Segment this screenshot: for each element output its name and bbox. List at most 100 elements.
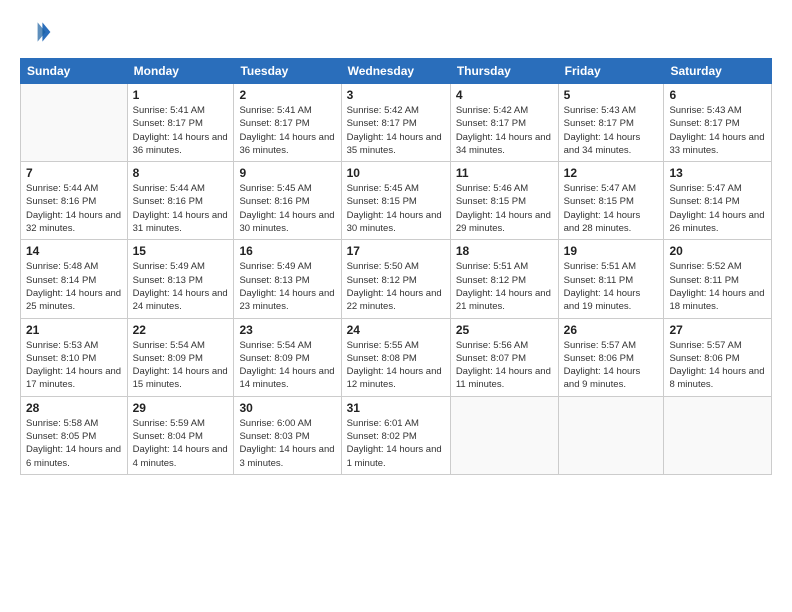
calendar-cell: 31 Sunrise: 6:01 AM Sunset: 8:02 PM Dayli…: [341, 396, 450, 474]
calendar-week-row: 7 Sunrise: 5:44 AM Sunset: 8:16 PM Daylig…: [21, 162, 772, 240]
calendar-week-row: 1 Sunrise: 5:41 AM Sunset: 8:17 PM Daylig…: [21, 84, 772, 162]
calendar-cell: 29 Sunrise: 5:59 AM Sunset: 8:04 PM Dayli…: [127, 396, 234, 474]
calendar-cell: 21 Sunrise: 5:53 AM Sunset: 8:10 PM Dayli…: [21, 318, 128, 396]
calendar-cell: 17Sunrise: 5:50 AM Sunset: 8:12 PM Dayli…: [341, 240, 450, 318]
calendar-header-friday: Friday: [558, 59, 664, 84]
day-number: 29: [133, 401, 229, 415]
day-number: 16: [239, 244, 335, 258]
day-info: Sunrise: 5:53 AM Sunset: 8:10 PM Dayligh…: [26, 339, 122, 392]
calendar-week-row: 21 Sunrise: 5:53 AM Sunset: 8:10 PM Dayli…: [21, 318, 772, 396]
day-info: Sunrise: 5:41 AM Sunset: 8:17 PM Dayligh…: [239, 104, 335, 157]
day-number: 7: [26, 166, 122, 180]
day-info: Sunrise: 5:59 AM Sunset: 8:04 PM Dayligh…: [133, 417, 229, 470]
day-number: 1: [133, 88, 229, 102]
calendar-cell: 22 Sunrise: 5:54 AM Sunset: 8:09 PM Dayli…: [127, 318, 234, 396]
calendar-cell: 12 Sunrise: 5:47 AM Sunset: 8:15 PM Dayli…: [558, 162, 664, 240]
day-info: Sunrise: 5:43 AM Sunset: 8:17 PM Dayligh…: [564, 104, 659, 157]
day-number: 18: [456, 244, 553, 258]
day-info: Sunrise: 5:49 AM Sunset: 8:13 PM Dayligh…: [133, 260, 229, 313]
calendar-cell: 28Sunrise: 5:58 AM Sunset: 8:05 PM Dayli…: [21, 396, 128, 474]
calendar-header-sunday: Sunday: [21, 59, 128, 84]
calendar-header-row: SundayMondayTuesdayWednesdayThursdayFrid…: [21, 59, 772, 84]
calendar-cell: 30 Sunrise: 6:00 AM Sunset: 8:03 PM Dayli…: [234, 396, 341, 474]
day-info: Sunrise: 5:51 AM Sunset: 8:12 PM Dayligh…: [456, 260, 553, 313]
calendar-cell: [21, 84, 128, 162]
calendar-cell: [664, 396, 772, 474]
day-info: Sunrise: 5:44 AM Sunset: 8:16 PM Dayligh…: [133, 182, 229, 235]
calendar-cell: 26 Sunrise: 5:57 AM Sunset: 8:06 PM Dayli…: [558, 318, 664, 396]
calendar-cell: [450, 396, 558, 474]
day-info: Sunrise: 5:52 AM Sunset: 8:11 PM Dayligh…: [669, 260, 766, 313]
calendar-cell: 20 Sunrise: 5:52 AM Sunset: 8:11 PM Dayli…: [664, 240, 772, 318]
calendar-cell: [558, 396, 664, 474]
day-number: 2: [239, 88, 335, 102]
calendar-header-monday: Monday: [127, 59, 234, 84]
day-info: Sunrise: 5:51 AM Sunset: 8:11 PM Dayligh…: [564, 260, 659, 313]
calendar-cell: 18 Sunrise: 5:51 AM Sunset: 8:12 PM Dayli…: [450, 240, 558, 318]
day-number: 25: [456, 323, 553, 337]
day-info: Sunrise: 5:42 AM Sunset: 8:17 PM Dayligh…: [456, 104, 553, 157]
calendar-cell: 19Sunrise: 5:51 AM Sunset: 8:11 PM Dayli…: [558, 240, 664, 318]
day-info: Sunrise: 5:45 AM Sunset: 8:16 PM Dayligh…: [239, 182, 335, 235]
day-number: 28: [26, 401, 122, 415]
day-info: Sunrise: 5:57 AM Sunset: 8:06 PM Dayligh…: [669, 339, 766, 392]
logo: [20, 16, 56, 48]
day-number: 6: [669, 88, 766, 102]
day-number: 13: [669, 166, 766, 180]
calendar-table: SundayMondayTuesdayWednesdayThursdayFrid…: [20, 58, 772, 475]
day-number: 17: [347, 244, 445, 258]
day-number: 10: [347, 166, 445, 180]
calendar-cell: 25 Sunrise: 5:56 AM Sunset: 8:07 PM Dayli…: [450, 318, 558, 396]
page: SundayMondayTuesdayWednesdayThursdayFrid…: [0, 0, 792, 612]
day-number: 4: [456, 88, 553, 102]
day-info: Sunrise: 5:55 AM Sunset: 8:08 PM Dayligh…: [347, 339, 445, 392]
calendar-cell: 4 Sunrise: 5:42 AM Sunset: 8:17 PM Daylig…: [450, 84, 558, 162]
day-number: 8: [133, 166, 229, 180]
calendar-week-row: 14Sunrise: 5:48 AM Sunset: 8:14 PM Dayli…: [21, 240, 772, 318]
day-info: Sunrise: 5:47 AM Sunset: 8:15 PM Dayligh…: [564, 182, 659, 235]
day-number: 27: [669, 323, 766, 337]
day-info: Sunrise: 5:57 AM Sunset: 8:06 PM Dayligh…: [564, 339, 659, 392]
calendar-cell: 16 Sunrise: 5:49 AM Sunset: 8:13 PM Dayli…: [234, 240, 341, 318]
calendar-cell: 23Sunrise: 5:54 AM Sunset: 8:09 PM Dayli…: [234, 318, 341, 396]
day-number: 30: [239, 401, 335, 415]
calendar-cell: 3Sunrise: 5:42 AM Sunset: 8:17 PM Daylig…: [341, 84, 450, 162]
day-info: Sunrise: 5:46 AM Sunset: 8:15 PM Dayligh…: [456, 182, 553, 235]
calendar-header-thursday: Thursday: [450, 59, 558, 84]
day-info: Sunrise: 5:42 AM Sunset: 8:17 PM Dayligh…: [347, 104, 445, 157]
day-number: 22: [133, 323, 229, 337]
calendar-cell: 15 Sunrise: 5:49 AM Sunset: 8:13 PM Dayli…: [127, 240, 234, 318]
day-info: Sunrise: 5:49 AM Sunset: 8:13 PM Dayligh…: [239, 260, 335, 313]
calendar-week-row: 28Sunrise: 5:58 AM Sunset: 8:05 PM Dayli…: [21, 396, 772, 474]
logo-icon: [20, 16, 52, 48]
day-number: 9: [239, 166, 335, 180]
day-number: 26: [564, 323, 659, 337]
calendar-cell: 8 Sunrise: 5:44 AM Sunset: 8:16 PM Daylig…: [127, 162, 234, 240]
calendar-cell: 14Sunrise: 5:48 AM Sunset: 8:14 PM Dayli…: [21, 240, 128, 318]
calendar-cell: 6Sunrise: 5:43 AM Sunset: 8:17 PM Daylig…: [664, 84, 772, 162]
day-info: Sunrise: 5:48 AM Sunset: 8:14 PM Dayligh…: [26, 260, 122, 313]
day-number: 21: [26, 323, 122, 337]
calendar-header-wednesday: Wednesday: [341, 59, 450, 84]
calendar-cell: 13 Sunrise: 5:47 AM Sunset: 8:14 PM Dayli…: [664, 162, 772, 240]
day-number: 24: [347, 323, 445, 337]
calendar-header-tuesday: Tuesday: [234, 59, 341, 84]
calendar-cell: 9 Sunrise: 5:45 AM Sunset: 8:16 PM Daylig…: [234, 162, 341, 240]
day-number: 15: [133, 244, 229, 258]
day-info: Sunrise: 5:41 AM Sunset: 8:17 PM Dayligh…: [133, 104, 229, 157]
day-number: 20: [669, 244, 766, 258]
day-info: Sunrise: 6:01 AM Sunset: 8:02 PM Dayligh…: [347, 417, 445, 470]
day-number: 31: [347, 401, 445, 415]
day-info: Sunrise: 5:54 AM Sunset: 8:09 PM Dayligh…: [133, 339, 229, 392]
calendar-header-saturday: Saturday: [664, 59, 772, 84]
day-number: 12: [564, 166, 659, 180]
day-info: Sunrise: 5:45 AM Sunset: 8:15 PM Dayligh…: [347, 182, 445, 235]
day-info: Sunrise: 5:47 AM Sunset: 8:14 PM Dayligh…: [669, 182, 766, 235]
calendar-cell: 5Sunrise: 5:43 AM Sunset: 8:17 PM Daylig…: [558, 84, 664, 162]
day-number: 11: [456, 166, 553, 180]
day-info: Sunrise: 6:00 AM Sunset: 8:03 PM Dayligh…: [239, 417, 335, 470]
calendar-cell: 2 Sunrise: 5:41 AM Sunset: 8:17 PM Daylig…: [234, 84, 341, 162]
calendar-cell: 27 Sunrise: 5:57 AM Sunset: 8:06 PM Dayli…: [664, 318, 772, 396]
day-info: Sunrise: 5:56 AM Sunset: 8:07 PM Dayligh…: [456, 339, 553, 392]
header: [20, 16, 772, 48]
